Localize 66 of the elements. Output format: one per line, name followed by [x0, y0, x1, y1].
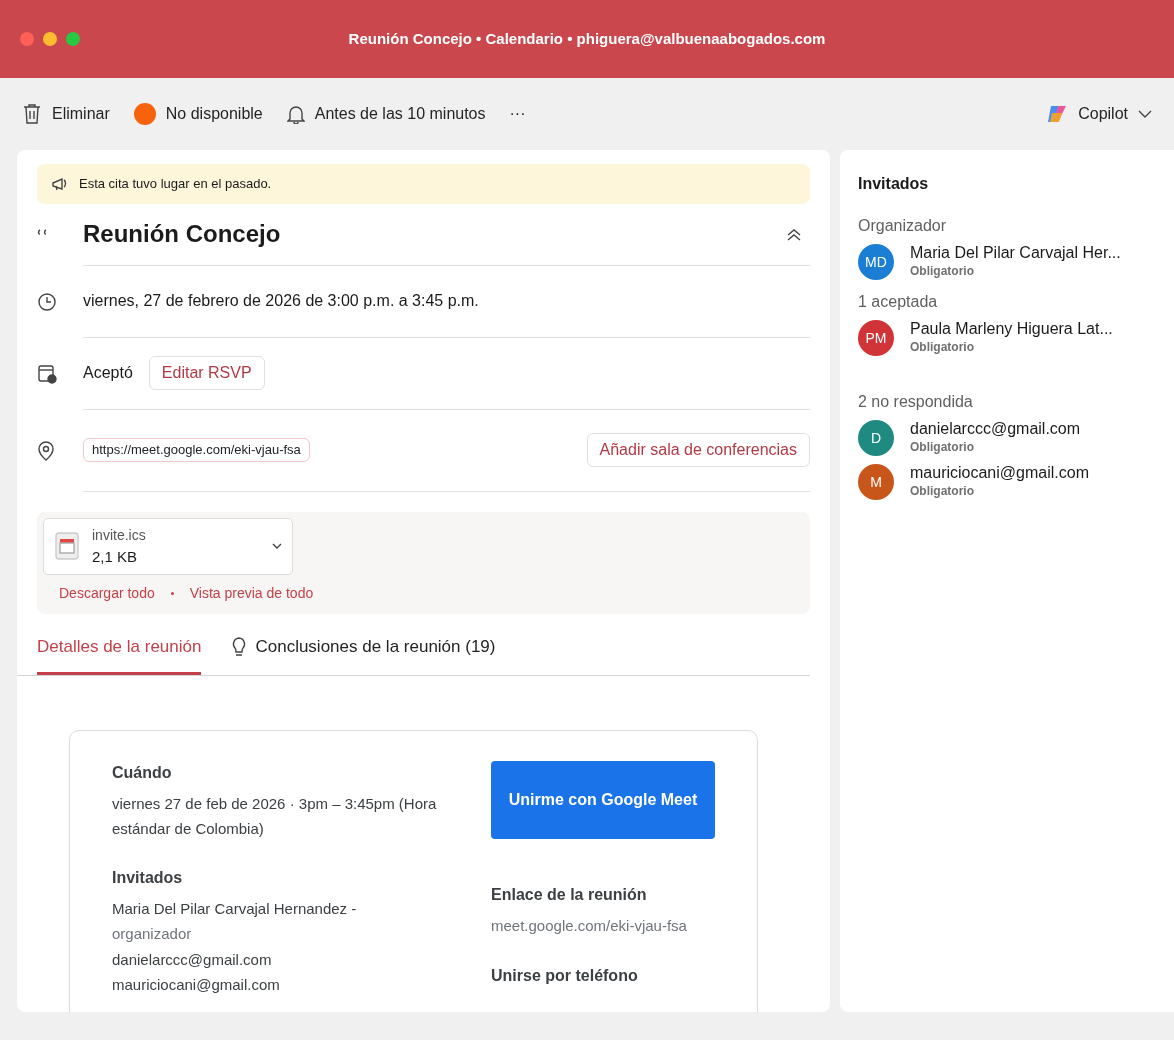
section-heading: Invitados: [112, 867, 184, 888]
attendee-role: Obligatorio: [910, 262, 975, 280]
attachment-size: 2,1 KB: [92, 546, 139, 567]
avatar: MD: [858, 244, 894, 280]
guest-entry: Maria Del Pilar Carvajal Hernandez - organizador: [112, 898, 358, 944]
reminder-button[interactable]: Antes de las 10 minutos: [286, 102, 486, 126]
more-button[interactable]: ···: [509, 102, 526, 126]
calendar-file-icon: [54, 531, 80, 562]
attachment-action-link[interactable]: Descargar todo: [59, 583, 155, 604]
attendee-name: Maria Del Pilar Carvajal Her...: [910, 244, 1121, 262]
attendee-role: Obligatorio: [910, 438, 975, 456]
close-button[interactable]: [20, 32, 34, 46]
group-label: 1 aceptada: [858, 292, 939, 312]
attendee-name: danielarccc@gmail.com: [910, 420, 1081, 438]
attendee-name: Paula Marleny Higuera Lat...: [910, 320, 1113, 338]
group-label: Organizador: [858, 216, 948, 236]
copilot-icon: [1046, 103, 1069, 125]
attendee-name: mauriciocani@gmail.com: [910, 464, 1089, 482]
avatar: PM: [858, 320, 894, 356]
trash-icon: [22, 103, 42, 125]
status-button[interactable]: No disponible: [133, 102, 263, 126]
section-heading: Enlace de la reunión: [491, 884, 648, 905]
attachment-name: invite.ics: [92, 525, 147, 545]
guest-entry: danielarccc@gmail.com: [112, 949, 273, 970]
delete-button[interactable]: Eliminar: [22, 102, 110, 126]
chevron-down-icon: [1138, 109, 1152, 119]
join-meet-button[interactable]: Unirme con Google Meet: [491, 760, 715, 839]
add-room-button[interactable]: Añadir sala de conferencias: [586, 433, 810, 467]
copilot-button[interactable]: Copilot: [1046, 102, 1152, 126]
attendee-role: Obligatorio: [910, 482, 975, 500]
clock-icon: [37, 291, 57, 312]
avatar: D: [858, 420, 894, 456]
megaphone-icon: [51, 175, 69, 192]
meeting-link[interactable]: meet.google.com/eki-vjau-fsa: [491, 912, 715, 938]
event-time: viernes, 27 de febrero de 2026 de 3:00 p.m. a 3:45 p.m.: [83, 291, 479, 311]
attendee-role: Obligatorio: [910, 338, 975, 356]
edit-rsvp-button[interactable]: Editar RSVP: [148, 356, 265, 390]
attendee-item[interactable]: PM Paula Marleny Higuera Lat... Obligatorio: [858, 320, 1156, 356]
attendee-item[interactable]: M mauriciocani@gmail.com Obligatorio: [858, 464, 1156, 500]
attendee-item[interactable]: D danielarccc@gmail.com Obligatorio: [858, 420, 1156, 456]
attendee-item[interactable]: MD Maria Del Pilar Carvajal Her... Obligatorio: [858, 244, 1156, 280]
separator-dot: [170, 592, 174, 595]
guest-entry: mauriciocani@gmail.com: [112, 975, 281, 995]
location-link[interactable]: https://meet.google.com/eki-vjau-fsa: [83, 438, 310, 462]
minimize-button[interactable]: [43, 32, 57, 46]
zoom-button[interactable]: [66, 32, 80, 46]
response-status: Aceptó: [83, 363, 133, 383]
chevron-down-icon: [272, 542, 282, 550]
location-pin-icon: [37, 440, 55, 461]
section-heading: Cuándo: [112, 762, 173, 783]
group-label: 2 no respondida: [858, 392, 974, 412]
section-heading: Unirse por teléfono: [491, 966, 639, 986]
attachment-item[interactable]: invite.ics 2,1 KB: [43, 517, 293, 575]
calendar-check-icon: [37, 363, 57, 384]
avatar: M: [858, 464, 894, 500]
event-title: Reunión Concejo: [83, 219, 281, 249]
double-chevron-up-icon: [786, 227, 802, 242]
notice-text: Esta cita tuvo lugar en el pasado.: [79, 175, 272, 193]
tab[interactable]: Conclusiones de la reunión (19): [231, 624, 496, 675]
tab[interactable]: Detalles de la reunión: [37, 624, 202, 675]
window-title: Reunión Concejo • Calendario • phiguera@valbuenaabogados.com: [348, 28, 826, 49]
when-text: viernes 27 de feb de 2026 · 3pm – 3:45pm (Hora estándar de Colombia): [112, 793, 438, 839]
bell-icon: [286, 104, 305, 124]
attachment-action-link[interactable]: Vista previa de todo: [189, 583, 314, 604]
lightbulb-icon: [231, 636, 248, 657]
panel-title: Invitados: [858, 174, 930, 194]
